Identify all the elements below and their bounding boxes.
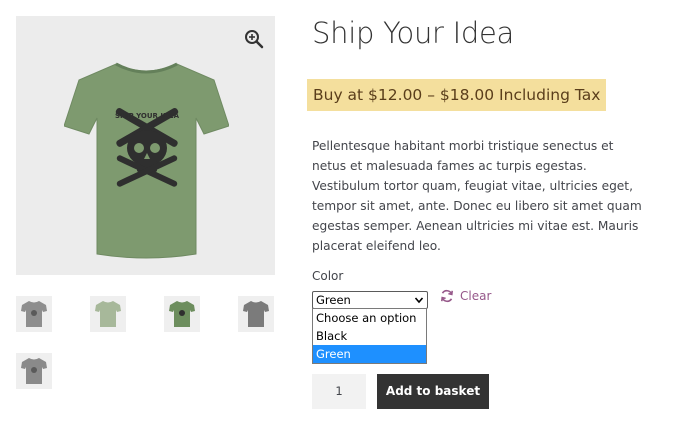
color-option-choose[interactable]: Choose an option: [313, 309, 426, 327]
clear-variation-link[interactable]: Clear: [440, 289, 491, 303]
shirt-logo-text: SHIP YOUR IDEA: [115, 112, 180, 120]
color-dropdown-list: Choose an option Black Green: [312, 308, 427, 364]
product-main-image[interactable]: SHIP YOUR IDEA: [16, 16, 275, 275]
clear-label: Clear: [460, 289, 492, 303]
thumbnail-1[interactable]: [16, 296, 52, 332]
chevron-down-icon: [414, 297, 424, 304]
thumbnail-2[interactable]: [90, 296, 126, 332]
add-to-basket-button[interactable]: Add to basket: [377, 374, 489, 409]
refresh-icon: [441, 289, 453, 303]
product-description: Pellentesque habitant morbi tristique se…: [312, 139, 642, 253]
product-title: Ship Your Idea: [312, 16, 514, 50]
color-select-value: Green: [316, 293, 351, 307]
thumbnail-3[interactable]: [164, 296, 200, 332]
magnifier-plus-icon[interactable]: [243, 28, 265, 50]
color-option-black[interactable]: Black: [313, 327, 426, 345]
product-price: Buy at $12.00 – $18.00 Including Tax: [307, 79, 607, 111]
tshirt-image: SHIP YOUR IDEA: [64, 62, 229, 259]
quantity-input[interactable]: 1: [312, 374, 366, 409]
color-label: Color: [312, 269, 344, 283]
thumbnail-5[interactable]: [16, 353, 52, 389]
thumbnail-4[interactable]: [238, 296, 274, 332]
color-select[interactable]: Green: [312, 291, 428, 309]
color-option-green[interactable]: Green: [313, 345, 426, 363]
